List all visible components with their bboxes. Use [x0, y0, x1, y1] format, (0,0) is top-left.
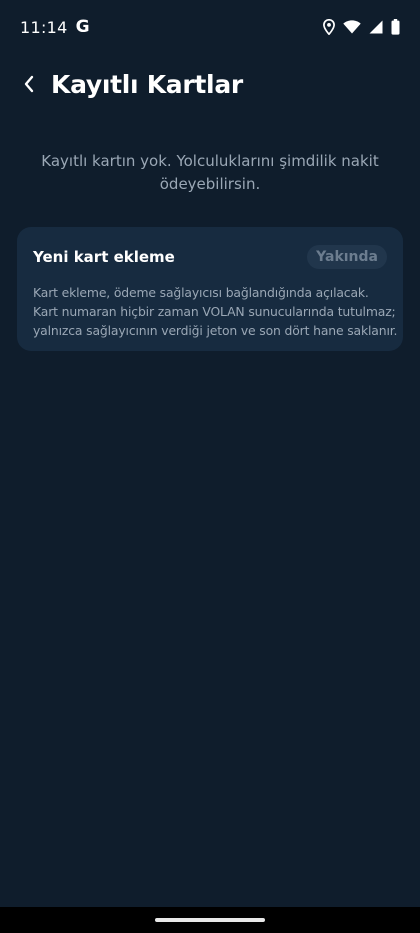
home-indicator[interactable] [155, 918, 265, 922]
battery-icon [391, 19, 400, 35]
wifi-icon [343, 20, 361, 34]
google-badge: G [75, 17, 90, 37]
add-card-description: Kart ekleme, ödeme sağlayıcısı bağlandığ… [33, 283, 398, 340]
description-line: yalnızca sağlayıcının verdiği jeton ve s… [33, 323, 398, 338]
back-button[interactable] [14, 69, 44, 99]
location-icon [323, 19, 335, 35]
add-card-title: Yeni kart ekleme [33, 248, 175, 266]
coming-soon-badge: Yakında [307, 245, 387, 269]
system-nav-bar [0, 907, 420, 933]
status-left: 11:14 G [20, 17, 90, 37]
signal-icon [369, 20, 383, 34]
chevron-left-icon [24, 75, 34, 93]
description-line: Kart ekleme, ödeme sağlayıcısı bağlandığ… [33, 285, 369, 300]
empty-state-message: Kayıtlı kartın yok. Yolculuklarını şimdi… [41, 152, 379, 193]
status-right [323, 19, 400, 35]
page-title: Kayıtlı Kartlar [51, 69, 243, 99]
google-icon: G [76, 17, 90, 37]
add-card-header: Yeni kart ekleme Yakında [33, 243, 387, 271]
status-time: 11:14 [20, 17, 68, 37]
status-bar: 11:14 G [0, 0, 420, 54]
description-line: Kart numaran hiçbir zaman VOLAN sunucula… [33, 304, 396, 319]
add-card-panel: Yeni kart ekleme Yakında Kart ekleme, öd… [17, 227, 403, 351]
app-header: Kayıtlı Kartlar [0, 62, 420, 106]
